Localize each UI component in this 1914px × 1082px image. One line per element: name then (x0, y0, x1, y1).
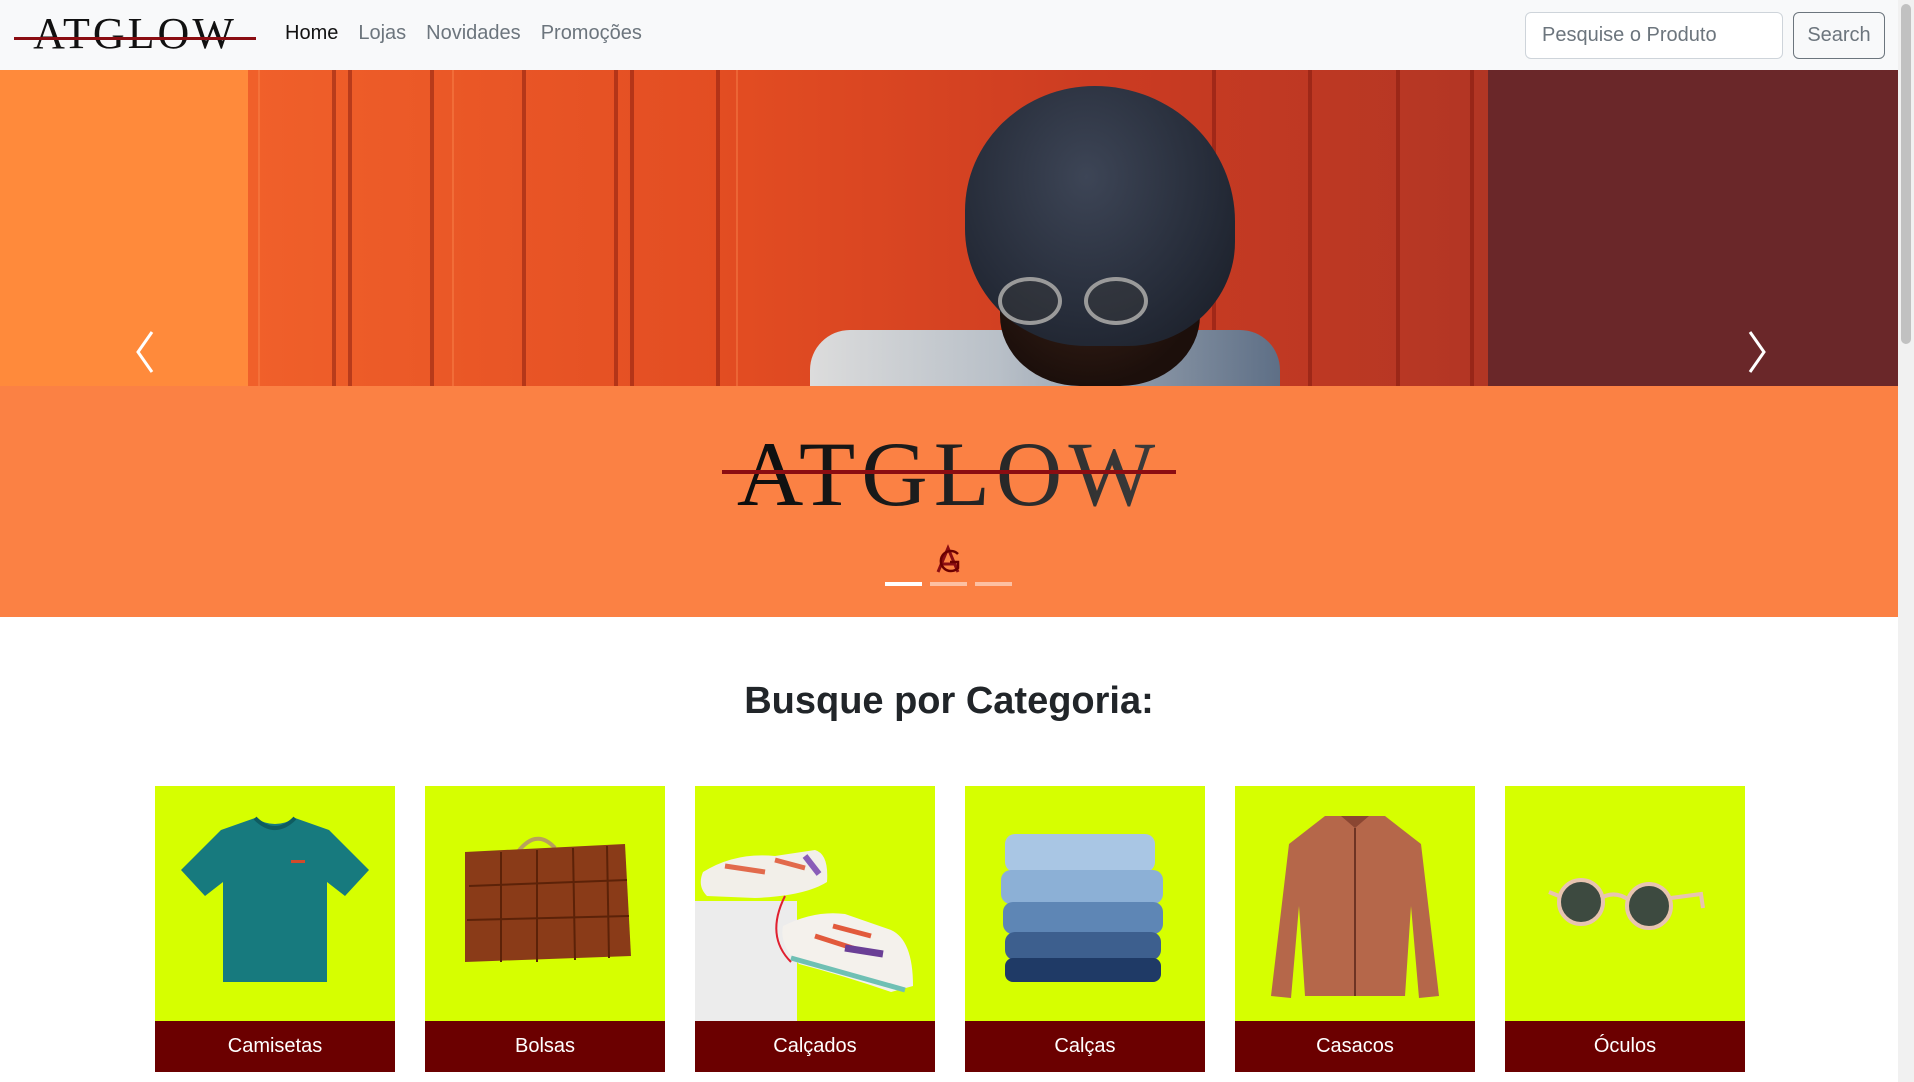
category-label: Óculos (1505, 1021, 1745, 1072)
nav-links: Home Lojas Novidades Promoções (285, 22, 642, 45)
carousel-indicators (885, 582, 1012, 586)
hero-banner: ATGLOW (0, 386, 1898, 617)
hero-model (810, 70, 1280, 386)
category-card-bolsas[interactable]: Bolsas (425, 786, 665, 1072)
category-label: Camisetas (155, 1021, 395, 1072)
chevron-right-icon (1748, 331, 1766, 373)
tshirt-icon (181, 816, 369, 982)
nav-link-lojas[interactable]: Lojas (358, 22, 406, 45)
hero-logo: ATGLOW (718, 428, 1180, 520)
search-input[interactable] (1525, 12, 1783, 59)
category-card-casacos[interactable]: Casacos (1235, 786, 1475, 1072)
hero-photo (0, 70, 1898, 386)
hero-logo-text: ATGLOW (736, 423, 1162, 525)
carousel-indicator-1[interactable] (885, 582, 922, 586)
jeans-icon (1001, 834, 1163, 982)
category-label: Calçados (695, 1021, 935, 1072)
scrollbar-thumb[interactable] (1901, 4, 1911, 344)
search-button[interactable]: Search (1793, 12, 1885, 59)
brand-logo[interactable]: ATGLOW (14, 12, 256, 56)
carousel-indicator-2[interactable] (930, 582, 967, 586)
carousel-indicator-3[interactable] (975, 582, 1012, 586)
page-scrollbar[interactable] (1898, 0, 1914, 1082)
category-card-oculos[interactable]: Óculos (1505, 786, 1745, 1072)
category-card-calcas[interactable]: Calças (965, 786, 1205, 1072)
chevron-left-icon (136, 331, 154, 373)
jacket-icon (1271, 816, 1439, 998)
sunglasses-icon (1548, 878, 1705, 930)
brand-logo-strike (14, 37, 256, 40)
nav-link-novidades[interactable]: Novidades (426, 22, 521, 45)
sneakers-icon (695, 850, 913, 1021)
category-cards: Camisetas Bolsas Calçados Calças Casacos… (155, 786, 1745, 1072)
category-label: Bolsas (425, 1021, 665, 1072)
section-title: Busque por Categoria: (744, 680, 1154, 722)
category-label: Calças (965, 1021, 1205, 1072)
glasses-icon (998, 277, 1153, 327)
handbag-icon (465, 836, 631, 962)
carousel-prev-button[interactable] (130, 324, 160, 380)
category-card-calcados[interactable]: Calçados (695, 786, 935, 1072)
nav-link-home[interactable]: Home (285, 22, 338, 45)
hero-carousel: ATGLOW (0, 70, 1898, 617)
carousel-next-button[interactable] (1742, 324, 1772, 380)
category-label: Casacos (1235, 1021, 1475, 1072)
nav-link-promocoes[interactable]: Promoções (541, 22, 642, 45)
navbar: ATGLOW Home Lojas Novidades Promoções Se… (0, 0, 1898, 70)
brand-logo-text: ATGLOW (33, 9, 237, 58)
monogram-icon (936, 544, 960, 573)
category-card-camisetas[interactable]: Camisetas (155, 786, 395, 1072)
hero-logo-strike (722, 470, 1176, 474)
